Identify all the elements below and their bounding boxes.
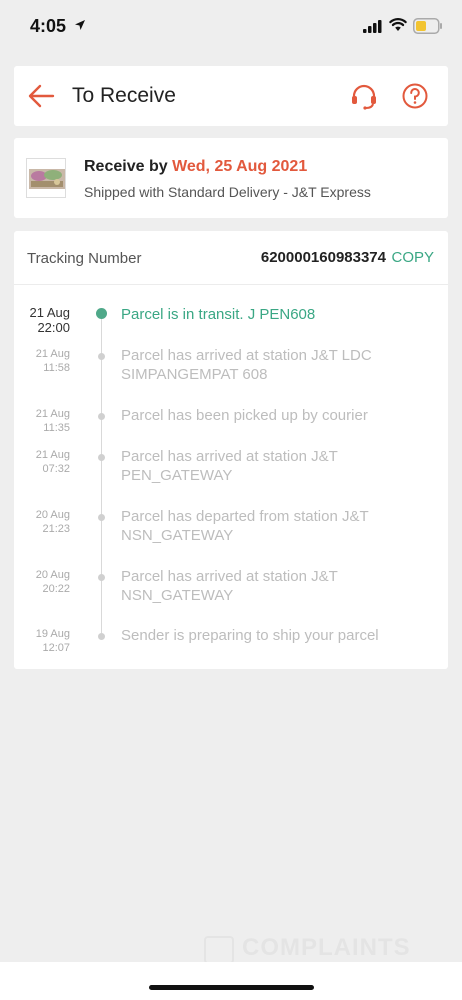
location-arrow-icon xyxy=(75,20,85,30)
home-indicator[interactable] xyxy=(149,985,314,990)
event-description: Parcel has arrived at station J&T NSN_GAT… xyxy=(121,568,338,604)
help-button[interactable] xyxy=(402,83,428,109)
tracking-card: Tracking Number 620000160983374 COPY 21 … xyxy=(14,231,448,669)
timeline-dot xyxy=(98,413,105,420)
timeline-dot xyxy=(98,514,105,521)
event-date: 21 Aug 07:32 xyxy=(35,449,70,475)
receive-date: Wed, 25 Aug 2021 xyxy=(172,158,308,175)
wifi-icon xyxy=(389,18,407,31)
headset-icon xyxy=(352,84,376,110)
event-description: Parcel has departed from station J&T NSN_… xyxy=(121,508,369,544)
timeline-line xyxy=(101,315,102,633)
event-description: Parcel has arrived at station J&T PEN_GAT… xyxy=(121,448,338,484)
question-circle-icon xyxy=(402,83,428,109)
delivery-summary-card[interactable]: Receive by Wed, 25 Aug 2021 Shipped with… xyxy=(14,138,448,218)
event-description: Parcel has arrived at station J&T LDC SIM… xyxy=(121,347,372,383)
product-thumbnail xyxy=(26,158,66,198)
tracking-number: 620000160983374 xyxy=(260,249,386,266)
timeline-dot xyxy=(98,633,105,640)
event-description: Sender is preparing to ship your parcel xyxy=(121,627,379,644)
status-bar: 4:05 xyxy=(0,0,462,56)
shipping-method: Shipped with Standard Delivery - J&T Exp… xyxy=(84,184,371,200)
status-time: 4:05 xyxy=(30,16,67,36)
page: 4:05 To Receive Receive by Wed, 25 Aug 2… xyxy=(0,0,462,1000)
receive-by-label: Receive by xyxy=(84,158,173,175)
event-date: 19 Aug 12:07 xyxy=(35,628,70,654)
timeline-dot xyxy=(98,353,105,360)
event-description: Parcel is in transit. J PEN608 xyxy=(121,306,316,323)
cellular-signal-icon xyxy=(363,20,382,33)
timeline-dot xyxy=(98,574,105,581)
event-date: 21 Aug 22:00 xyxy=(29,305,71,335)
watermark-logo-icon xyxy=(204,936,234,964)
timeline-dot-active xyxy=(96,308,107,319)
bottom-safe-area xyxy=(0,962,462,1000)
receive-by-line: Receive by Wed, 25 Aug 2021 xyxy=(84,158,307,176)
event-date: 20 Aug 21:23 xyxy=(35,509,70,535)
header-bar: To Receive xyxy=(14,66,448,126)
arrow-left-icon xyxy=(28,84,55,108)
event-date: 21 Aug 11:58 xyxy=(35,348,70,374)
watermark-text: COMPLAINTS xyxy=(242,934,411,961)
tracking-number-label: Tracking Number xyxy=(27,250,142,267)
copy-button[interactable]: COPY xyxy=(391,249,434,266)
event-date: 21 Aug 11:35 xyxy=(35,408,70,434)
back-button[interactable] xyxy=(28,83,56,109)
tracking-header: Tracking Number 620000160983374 COPY xyxy=(14,231,448,285)
page-title: To Receive xyxy=(72,84,176,107)
event-description: Parcel has been picked up by courier xyxy=(121,407,368,424)
event-date: 20 Aug 20:22 xyxy=(35,569,70,595)
timeline-dot xyxy=(98,454,105,461)
customer-support-button[interactable] xyxy=(350,82,378,110)
battery-icon xyxy=(413,18,442,34)
